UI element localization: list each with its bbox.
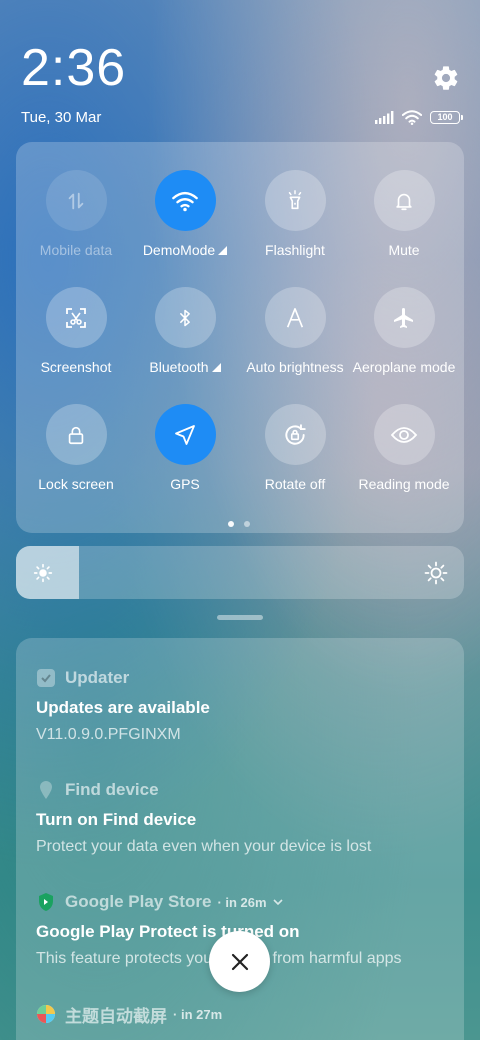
aeroplane-toggle[interactable] xyxy=(373,287,435,348)
tile-flashlight[interactable]: Flashlight xyxy=(240,170,350,260)
notification-text: Protect your data even when your device … xyxy=(36,838,372,855)
app-name: Updater xyxy=(65,668,130,687)
tile-screenshot[interactable]: Screenshot xyxy=(21,287,131,377)
tile-mobile-data[interactable]: Mobile data xyxy=(21,170,131,260)
drag-handle[interactable] xyxy=(217,615,263,620)
wifi-status-icon xyxy=(402,109,422,125)
notification-theme-screenshot[interactable]: 主题自动截屏 · in 27m xyxy=(36,1003,456,1026)
eye-icon xyxy=(390,426,418,443)
brightness-low-icon xyxy=(33,563,53,583)
screenshot-icon xyxy=(66,307,86,328)
notification-updater[interactable]: Updater Updates are available V11.0.9.0.… xyxy=(36,667,456,744)
notification-time-text: in 27m xyxy=(180,1006,223,1022)
screenshot-toggle[interactable] xyxy=(45,287,107,348)
location-arrow-icon xyxy=(175,424,195,445)
tile-mute[interactable]: Mute xyxy=(349,170,459,260)
chevron-down-icon[interactable] xyxy=(272,896,284,908)
wifi-toggle[interactable] xyxy=(154,170,216,231)
quick-settings-panel: Mobile data DemoMode Flashlight Mute Scr… xyxy=(16,142,464,533)
notification-title: Updates are available xyxy=(36,698,210,717)
tile-label: Mute xyxy=(388,242,420,258)
tile-label: Rotate off xyxy=(264,476,326,492)
tile-demomode[interactable]: DemoMode xyxy=(130,170,240,260)
bluetooth-icon xyxy=(180,309,190,326)
wifi-icon xyxy=(172,191,198,211)
page-dot-current xyxy=(228,521,234,527)
tile-label: Bluetooth xyxy=(149,359,221,375)
page-indicator xyxy=(228,521,250,527)
tile-label: Aeroplane mode xyxy=(352,359,456,375)
tile-label: Mobile data xyxy=(39,242,113,258)
clear-notifications-button[interactable] xyxy=(209,931,270,992)
signal-icon xyxy=(375,110,394,124)
lock-icon xyxy=(68,426,84,444)
lock-screen-button[interactable] xyxy=(45,404,107,465)
expand-corner-icon xyxy=(211,362,221,372)
find-device-app-icon xyxy=(36,780,56,800)
notification-find-device[interactable]: Find device Turn on Find device Protect … xyxy=(36,779,456,856)
airplane-icon xyxy=(394,307,413,328)
tile-label: Flashlight xyxy=(265,242,325,258)
brightness-slider[interactable] xyxy=(16,546,464,599)
bell-icon xyxy=(396,193,412,210)
bluetooth-toggle[interactable] xyxy=(154,287,216,348)
auto-brightness-icon xyxy=(286,307,304,327)
tile-label: Auto brightness xyxy=(246,359,344,375)
flashlight-toggle[interactable] xyxy=(264,170,326,231)
tile-label-text: Bluetooth xyxy=(149,359,209,375)
tile-auto-brightness[interactable]: Auto brightness xyxy=(240,287,350,377)
close-icon xyxy=(231,953,248,970)
page-dot xyxy=(244,521,250,527)
tile-label: Reading mode xyxy=(358,476,450,492)
rotate-lock-icon xyxy=(285,423,306,445)
gps-toggle[interactable] xyxy=(154,404,216,465)
reading-mode-toggle[interactable] xyxy=(373,404,435,465)
tile-label-text: DemoMode xyxy=(142,242,216,258)
auto-brightness-toggle[interactable] xyxy=(264,287,326,348)
tile-label: GPS xyxy=(170,476,200,492)
mobile-data-toggle[interactable] xyxy=(45,170,107,231)
battery-icon: 100 xyxy=(430,110,463,124)
notification-text: V11.0.9.0.PFGINXM xyxy=(36,726,181,743)
notification-title: Turn on Find device xyxy=(36,810,197,829)
updater-app-icon xyxy=(36,668,56,688)
tile-label: Screenshot xyxy=(40,359,112,375)
theme-app-icon xyxy=(36,1004,56,1024)
notification-time: · in 27m xyxy=(173,1006,223,1022)
tile-reading-mode[interactable]: Reading mode xyxy=(349,404,459,494)
tile-rotate-off[interactable]: Rotate off xyxy=(240,404,350,494)
rotate-toggle[interactable] xyxy=(264,404,326,465)
flashlight-icon xyxy=(288,189,302,209)
app-name: Google Play Store xyxy=(65,892,212,911)
status-bar-icons: 100 xyxy=(375,109,463,125)
tile-gps[interactable]: GPS xyxy=(130,404,240,494)
notification-time: · in 26m xyxy=(217,894,267,910)
date[interactable]: Tue, 30 Mar xyxy=(21,109,101,126)
expand-corner-icon xyxy=(218,245,228,255)
play-protect-shield-icon xyxy=(36,892,56,912)
brightness-high-icon xyxy=(424,561,448,585)
mute-toggle[interactable] xyxy=(373,170,435,231)
clock[interactable]: 2:36 xyxy=(21,42,126,94)
tile-label: DemoMode xyxy=(142,242,228,258)
tile-lock-screen[interactable]: Lock screen xyxy=(21,404,131,494)
notification-time-text: in 26m xyxy=(225,894,267,910)
tile-aeroplane-mode[interactable]: Aeroplane mode xyxy=(349,287,459,377)
app-name: 主题自动截屏 xyxy=(65,1006,167,1026)
tile-bluetooth[interactable]: Bluetooth xyxy=(130,287,240,377)
battery-level: 100 xyxy=(437,112,453,122)
mobile-data-icon xyxy=(68,192,84,209)
gear-icon[interactable] xyxy=(432,64,460,92)
tile-label: Lock screen xyxy=(38,476,114,492)
app-name: Find device xyxy=(65,780,159,799)
